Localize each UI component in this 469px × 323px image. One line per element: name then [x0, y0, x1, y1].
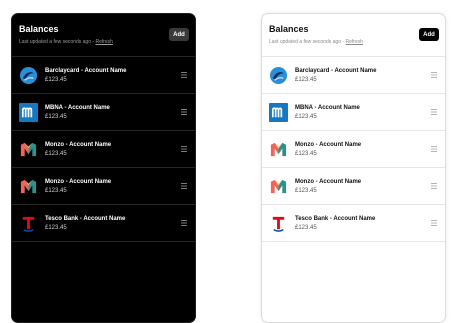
account-row-tesco-bank[interactable]: Tesco Bank - Account Name £123.45: [12, 205, 195, 242]
monzo-logo-icon: [19, 140, 38, 159]
panel-header: Balances Last updated a few seconds ago …: [12, 14, 195, 56]
last-updated-text: Last updated a few seconds ago - Refresh: [269, 39, 363, 45]
account-row-mbna[interactable]: MBNA - Account Name £123.45: [12, 94, 195, 131]
account-balance: £123.45: [45, 77, 67, 83]
last-updated-text: Last updated a few seconds ago - Refresh: [19, 39, 113, 45]
add-button[interactable]: Add: [419, 28, 439, 41]
panel-header: Balances Last updated a few seconds ago …: [262, 14, 445, 56]
last-updated-label: Last updated a few seconds ago -: [19, 39, 96, 45]
account-list: Barclaycard - Account Name £123.45 MBNA …: [262, 56, 445, 242]
account-row-monzo[interactable]: Monzo - Account Name £123.45: [12, 168, 195, 205]
refresh-link[interactable]: Refresh: [95, 39, 113, 45]
drag-handle-icon[interactable]: [181, 72, 187, 78]
account-name: Barclaycard - Account Name: [45, 68, 127, 74]
account-list: Barclaycard - Account Name £123.45 MBNA …: [12, 56, 195, 242]
monzo-logo-icon: [19, 177, 38, 196]
account-balance: £123.45: [295, 114, 317, 120]
account-row-monzo[interactable]: Monzo - Account Name £123.45: [262, 168, 445, 205]
drag-handle-icon[interactable]: [431, 109, 437, 115]
account-balance: £123.45: [45, 151, 67, 157]
account-name: Barclaycard - Account Name: [295, 68, 377, 74]
tesco-bank-logo-icon: [19, 214, 38, 233]
account-balance: £123.45: [45, 188, 67, 194]
drag-handle-icon[interactable]: [431, 146, 437, 152]
drag-handle-icon[interactable]: [181, 109, 187, 115]
account-balance: £123.45: [45, 225, 67, 231]
account-balance: £123.45: [295, 77, 317, 83]
balances-panel-light: Balances Last updated a few seconds ago …: [261, 13, 446, 323]
account-name: Monzo - Account Name: [295, 142, 362, 148]
account-name: Tesco Bank - Account Name: [45, 216, 126, 222]
account-name: Tesco Bank - Account Name: [295, 216, 376, 222]
tesco-bank-logo-icon: [269, 214, 288, 233]
mbna-logo-icon: [19, 103, 38, 122]
account-balance: £123.45: [45, 114, 67, 120]
drag-handle-icon[interactable]: [431, 220, 437, 226]
mbna-logo-icon: [269, 103, 288, 122]
refresh-link[interactable]: Refresh: [345, 39, 363, 45]
account-row-barclaycard[interactable]: Barclaycard - Account Name £123.45: [262, 57, 445, 94]
account-row-tesco-bank[interactable]: Tesco Bank - Account Name £123.45: [262, 205, 445, 242]
account-row-monzo[interactable]: Monzo - Account Name £123.45: [12, 131, 195, 168]
drag-handle-icon[interactable]: [431, 72, 437, 78]
account-name: Monzo - Account Name: [45, 142, 112, 148]
account-name: Monzo - Account Name: [295, 179, 362, 185]
monzo-logo-icon: [269, 140, 288, 159]
account-name: MBNA - Account Name: [45, 105, 110, 111]
drag-handle-icon[interactable]: [181, 183, 187, 189]
panel-title: Balances: [269, 24, 309, 34]
account-balance: £123.45: [295, 151, 317, 157]
account-row-barclaycard[interactable]: Barclaycard - Account Name £123.45: [12, 57, 195, 94]
add-button[interactable]: Add: [169, 28, 189, 41]
monzo-logo-icon: [269, 177, 288, 196]
drag-handle-icon[interactable]: [431, 183, 437, 189]
account-balance: £123.45: [295, 188, 317, 194]
barclaycard-logo-icon: [269, 66, 288, 85]
barclaycard-logo-icon: [19, 66, 38, 85]
account-name: Monzo - Account Name: [45, 179, 112, 185]
account-row-mbna[interactable]: MBNA - Account Name £123.45: [262, 94, 445, 131]
balances-panel-dark: Balances Last updated a few seconds ago …: [11, 13, 196, 323]
account-balance: £123.45: [295, 225, 317, 231]
panel-title: Balances: [19, 24, 59, 34]
account-row-monzo[interactable]: Monzo - Account Name £123.45: [262, 131, 445, 168]
last-updated-label: Last updated a few seconds ago -: [269, 39, 346, 45]
drag-handle-icon[interactable]: [181, 220, 187, 226]
drag-handle-icon[interactable]: [181, 146, 187, 152]
account-name: MBNA - Account Name: [295, 105, 360, 111]
